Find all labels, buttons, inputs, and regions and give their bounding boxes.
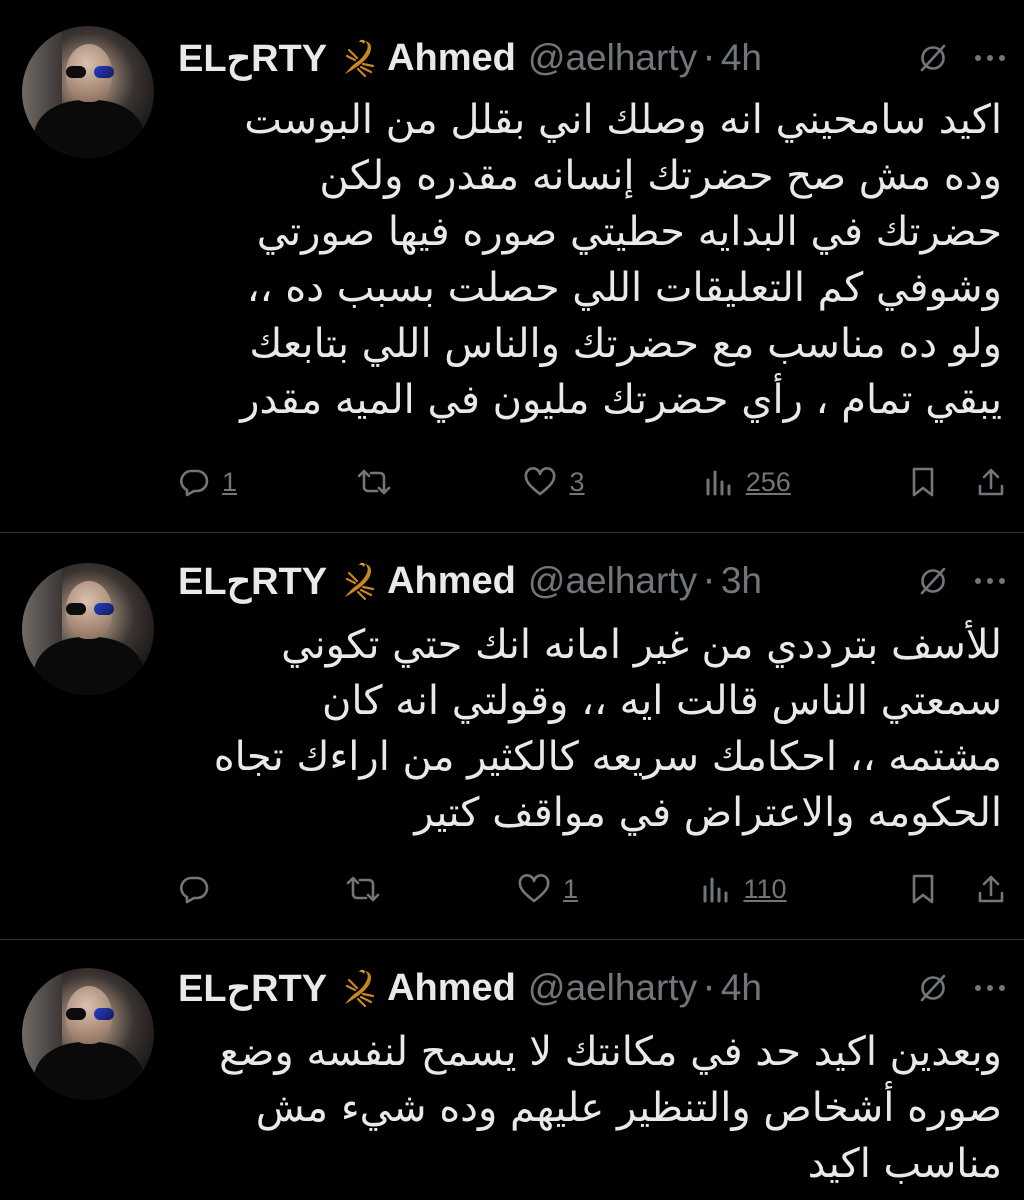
reply-count: 1 xyxy=(222,466,238,497)
avatar-sunglasses xyxy=(66,66,114,78)
author-name-left[interactable]: ELحRTY xyxy=(178,966,327,1011)
tweet[interactable]: ELحRTY Ahmed @aelharty · 4h اكيد سامحيني… xyxy=(0,0,1024,532)
tweet-text-line: وده مش صح حضرتك إنسانه مقدره ولكن xyxy=(319,153,1002,199)
tweet-text-line: اكيد سامحيني انه وصلك اني بقلل من البوست xyxy=(244,97,1002,143)
avatar-shirt xyxy=(34,637,144,695)
grok-icon[interactable] xyxy=(918,43,948,73)
author-name-right[interactable]: Ahmed xyxy=(387,37,516,80)
tweet-text-line: للأسف بترددي من غير امانه انك حتي تكوني xyxy=(281,622,1002,668)
avatar[interactable] xyxy=(22,26,154,158)
tweet-text-line: حضرتك في البدايه حطيتي صوره فيها صورتي xyxy=(256,209,1002,255)
view-count: 110 xyxy=(743,873,787,904)
author-handle[interactable]: @aelharty xyxy=(528,560,697,602)
avatar-shirt xyxy=(34,100,144,158)
bookmark-icon[interactable] xyxy=(910,873,936,905)
tweet-text-line: يبقي تمام ، رأي حضرتك مليون في الميه مقد… xyxy=(240,377,1002,423)
heart-icon xyxy=(525,467,556,496)
like-count: 1 xyxy=(562,873,578,904)
author-handle[interactable]: @aelharty xyxy=(528,37,697,79)
scorpion-icon xyxy=(345,562,375,601)
timestamp[interactable]: 4h xyxy=(721,967,762,1009)
header-actions xyxy=(918,43,1006,73)
tweet-text: اكيد سامحيني انه وصلك اني بقلل من البوست… xyxy=(178,92,1002,428)
scorpion-icon xyxy=(345,969,375,1008)
avatar[interactable] xyxy=(22,563,154,695)
more-icon[interactable] xyxy=(974,576,1006,586)
like-button[interactable]: 1 xyxy=(517,874,578,905)
action-bar: 1 110 xyxy=(178,867,1006,911)
more-icon[interactable] xyxy=(974,53,1006,63)
separator-dot: · xyxy=(703,559,715,603)
tweet[interactable]: ELحRTY Ahmed @aelharty · 4h وبعدين اكيد … xyxy=(0,940,1024,1200)
avatar-sunglasses xyxy=(66,1008,114,1020)
like-button[interactable]: 3 xyxy=(523,466,585,498)
retweet-button[interactable] xyxy=(345,874,393,904)
avatar-shirt xyxy=(34,1042,144,1100)
reply-icon xyxy=(180,876,209,904)
views-button[interactable]: 256 xyxy=(704,467,791,498)
grok-icon[interactable] xyxy=(918,566,948,596)
tweet-text-line: مناسب اكيد xyxy=(807,1141,1002,1187)
timestamp[interactable]: 4h xyxy=(721,37,762,79)
tweet-header: ELحRTY Ahmed @aelharty · 4h xyxy=(178,964,1006,1012)
retweet-icon xyxy=(357,469,391,495)
reply-icon xyxy=(180,469,209,497)
views-button[interactable]: 110 xyxy=(701,874,786,905)
tweet-text: وبعدين اكيد حد في مكانتك لا يسمح لنفسه و… xyxy=(178,1024,1002,1192)
retweet-button[interactable] xyxy=(356,467,404,497)
author-name-right[interactable]: Ahmed xyxy=(387,967,516,1010)
separator-dot: · xyxy=(703,36,715,80)
timestamp[interactable]: 3h xyxy=(721,560,762,602)
separator-dot: · xyxy=(703,966,715,1010)
author-name-left[interactable]: ELحRTY xyxy=(178,36,327,81)
tweet[interactable]: ELحRTY Ahmed @aelharty · 3h للأسف بترددي… xyxy=(0,533,1024,939)
grok-icon[interactable] xyxy=(918,973,948,1003)
avatar-sunglasses xyxy=(66,603,114,615)
tweet-text-line: مشتمه ،، احكامك سريعه كالكثير من اراءك ت… xyxy=(213,734,1002,780)
more-icon[interactable] xyxy=(974,983,1006,993)
secondary-actions xyxy=(910,873,1006,905)
view-count: 256 xyxy=(745,466,791,497)
views-icon xyxy=(706,470,731,496)
author-name-left[interactable]: ELحRTY xyxy=(178,559,327,604)
scorpion-icon xyxy=(345,39,375,78)
tweet-text-line: ولو ده مناسب مع حضرتك والناس اللي بتابعك xyxy=(249,321,1002,367)
views-icon xyxy=(703,877,728,903)
action-bar: 1 3 256 xyxy=(178,460,1006,504)
tweet-header: ELحRTY Ahmed @aelharty · 4h xyxy=(178,34,1006,82)
share-icon[interactable] xyxy=(976,873,1006,905)
tweet-text-line: صوره أشخاص والتنظير عليهم وده شيء مش xyxy=(255,1085,1002,1131)
avatar[interactable] xyxy=(22,968,154,1100)
tweet-text-line: الحكومه والاعتراض في مواقف كتير xyxy=(414,790,1002,836)
header-actions xyxy=(918,566,1006,596)
secondary-actions xyxy=(910,466,1006,498)
tweet-text-line: وبعدين اكيد حد في مكانتك لا يسمح لنفسه و… xyxy=(219,1029,1002,1075)
header-actions xyxy=(918,973,1006,1003)
tweet-text-line: وشوفي كم التعليقات اللي حصلت بسبب ده ،، xyxy=(246,265,1002,311)
reply-button[interactable] xyxy=(178,873,222,905)
retweet-icon xyxy=(347,876,380,902)
bookmark-icon[interactable] xyxy=(910,466,936,498)
reply-button[interactable]: 1 xyxy=(178,466,237,498)
share-icon[interactable] xyxy=(976,466,1006,498)
tweet-text-line: سمعتي الناس قالت ايه ،، وقولتي انه كان xyxy=(321,678,1002,724)
author-handle[interactable]: @aelharty xyxy=(528,967,697,1009)
author-name-right[interactable]: Ahmed xyxy=(387,560,516,603)
heart-icon xyxy=(518,874,550,903)
like-count: 3 xyxy=(569,466,585,497)
tweet-header: ELحRTY Ahmed @aelharty · 3h xyxy=(178,557,1006,605)
tweet-text: للأسف بترددي من غير امانه انك حتي تكوني … xyxy=(178,617,1002,841)
